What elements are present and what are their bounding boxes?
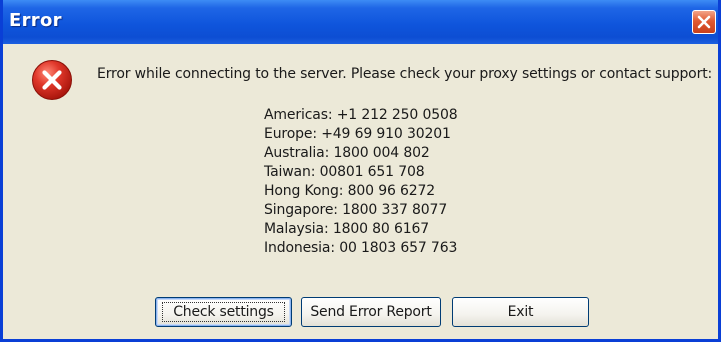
contact-hong-kong: Hong Kong: 800 96 6272 [264,183,436,199]
error-icon [32,60,72,100]
contact-indonesia: Indonesia: 00 1803 657 763 [264,240,458,256]
contact-malaysia: Malaysia: 1800 80 6167 [264,221,430,237]
contact-americas: Americas: +1 212 250 0508 [264,107,458,123]
support-contacts-list: Americas: +1 212 250 0508 Europe: +49 69… [264,106,458,258]
contact-australia: Australia: 1800 004 802 [264,145,430,161]
contact-singapore: Singapore: 1800 337 8077 [264,202,448,218]
close-button[interactable] [692,10,716,34]
check-settings-button[interactable]: Check settings [155,297,292,327]
error-message: Error while connecting to the server. Pl… [97,66,713,82]
send-error-report-button[interactable]: Send Error Report [301,297,441,327]
error-dialog-window: Error Error while connecting to the serv… [0,0,721,342]
check-settings-label: Check settings [162,302,285,322]
close-icon [697,15,711,29]
contact-europe: Europe: +49 69 910 30201 [264,126,451,142]
exit-button[interactable]: Exit [452,297,589,327]
window-title: Error [9,10,62,31]
title-bar[interactable]: Error [3,0,718,44]
contact-taiwan: Taiwan: 00801 651 708 [264,164,425,180]
